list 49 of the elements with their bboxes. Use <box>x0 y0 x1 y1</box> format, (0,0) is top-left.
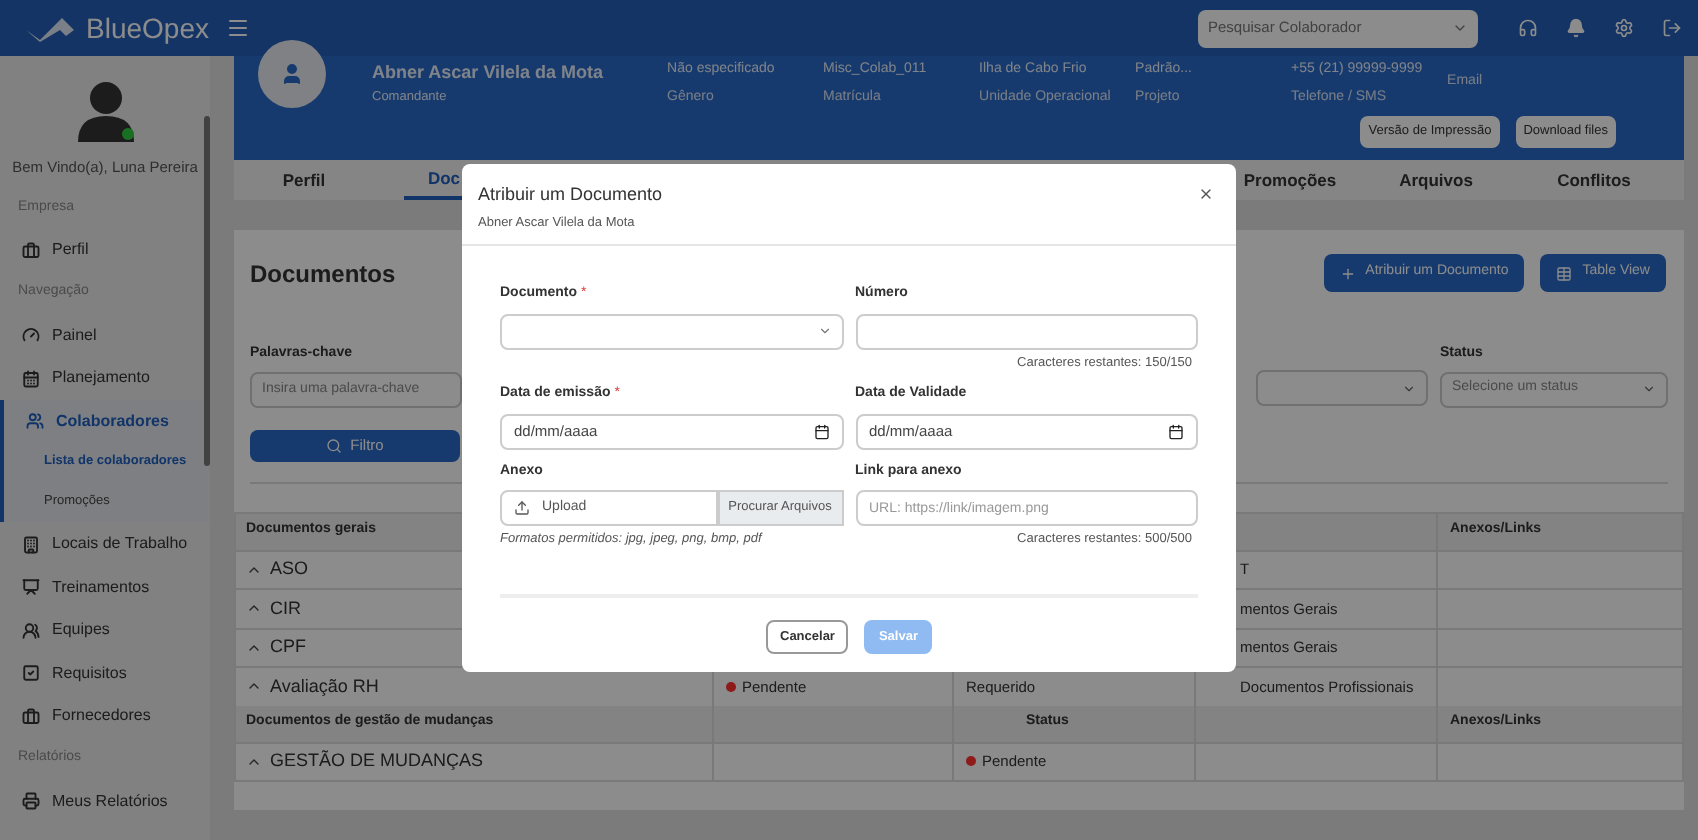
sidebar-item[interactable]: Equipes <box>0 608 210 652</box>
logout-icon[interactable] <box>1662 18 1682 38</box>
plus-icon <box>1339 265 1356 281</box>
document-name: CPF <box>270 634 306 660</box>
calendar-icon <box>22 369 40 387</box>
table-icon <box>1556 265 1573 281</box>
briefcase-icon <box>22 707 40 725</box>
sidebar-item[interactable]: Requisitos <box>0 651 210 695</box>
tab[interactable]: Promoções <box>1230 160 1350 200</box>
close-icon[interactable] <box>1198 186 1214 202</box>
tab[interactable]: Perfil <box>244 160 364 200</box>
group-icon <box>22 621 40 639</box>
tab[interactable]: Arquivos <box>1376 160 1496 200</box>
caret-icon <box>1642 382 1656 396</box>
sidebar-item[interactable]: Colaboradores <box>0 399 210 443</box>
caret-icon <box>1402 381 1416 395</box>
document-name: CIR <box>270 595 301 621</box>
sidebar-item[interactable]: Treinamentos <box>0 565 210 609</box>
checkbox-icon <box>22 664 40 682</box>
briefcase-icon <box>22 241 40 259</box>
scrollbar[interactable] <box>204 116 210 466</box>
caret-icon <box>1452 20 1468 36</box>
check-logo-icon <box>24 14 76 42</box>
document-name: Avaliação RH <box>270 673 379 700</box>
caret-icon <box>817 324 831 338</box>
page-title: Documentos <box>250 257 396 291</box>
profile-name: Abner Ascar Vilela da Mota <box>372 60 604 86</box>
document-name: GESTÃO DE MUDANÇAS <box>270 748 484 774</box>
document-name: ASO <box>270 556 309 582</box>
calendar-icon <box>813 423 829 440</box>
tab[interactable]: Conflitos <box>1534 160 1654 200</box>
sidebar-item[interactable]: Meus Relatórios <box>0 779 210 823</box>
people-icon <box>26 412 44 430</box>
dialog-title: Atribuir um Documento <box>478 182 663 208</box>
settings-icon[interactable] <box>1614 18 1634 38</box>
presentation-icon <box>22 578 40 596</box>
bell-icon[interactable] <box>1566 18 1586 38</box>
upload-icon <box>514 500 530 517</box>
calendar-icon <box>1168 423 1184 440</box>
printer-icon <box>22 792 40 810</box>
text-field[interactable] <box>855 313 1198 349</box>
sidebar-item[interactable]: Locais de Trabalho <box>0 522 210 566</box>
logo-text: BlueOpex <box>86 9 209 48</box>
building-icon <box>22 535 40 553</box>
search-icon <box>326 437 343 453</box>
headset-icon[interactable] <box>1518 18 1538 38</box>
menu-icon[interactable] <box>226 16 250 40</box>
gauge-icon <box>22 326 40 344</box>
sidebar-item[interactable]: Fornecedores <box>0 694 210 738</box>
